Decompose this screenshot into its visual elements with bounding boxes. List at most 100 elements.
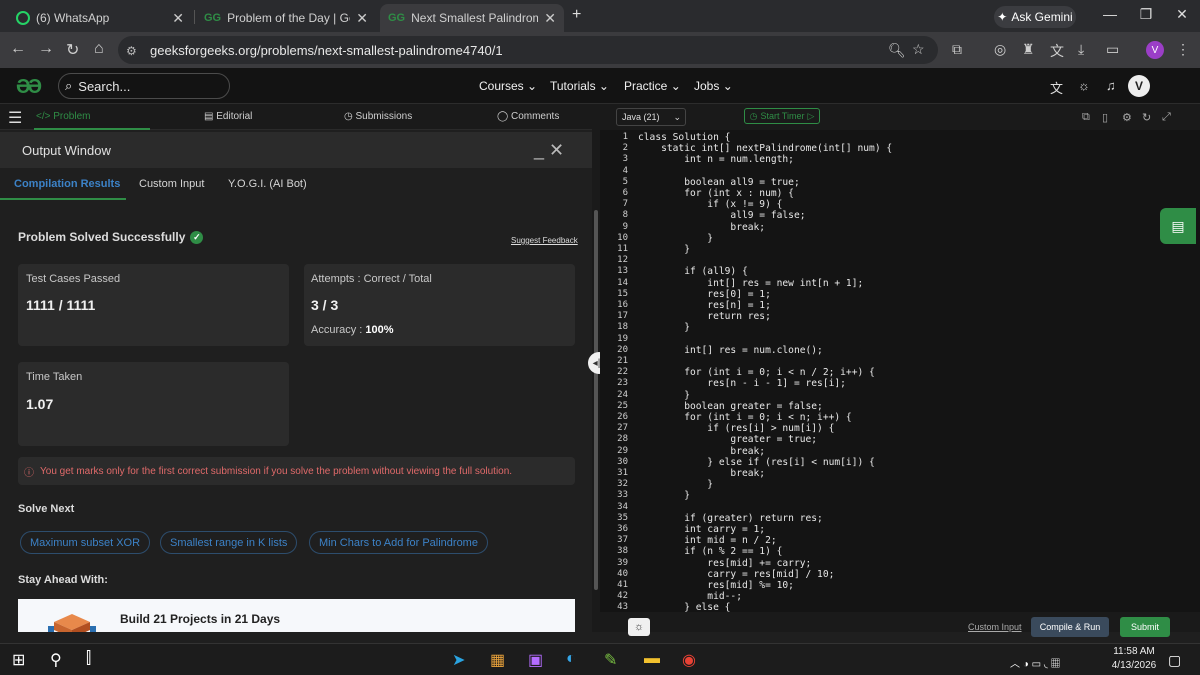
notification-bell-icon[interactable]: ♫ — [1106, 78, 1116, 93]
store-icon[interactable]: ▦ — [490, 650, 505, 670]
tab-comments[interactable]: ◯ Comments — [497, 111, 559, 122]
code-line[interactable]: int mid = n / 2; — [638, 535, 776, 546]
task-view-icon[interactable]: ⫿ — [86, 650, 91, 668]
menu-kebab-icon[interactable]: ⋮ — [1176, 41, 1190, 58]
code-line[interactable]: boolean all9 = true; — [638, 177, 800, 188]
new-tab-button[interactable]: + — [572, 6, 581, 24]
suggest-feedback-link[interactable]: Suggest Feedback — [511, 236, 578, 245]
theme-sun-icon[interactable]: ☼ — [1078, 78, 1090, 93]
extension-icon[interactable]: ⧉ — [952, 41, 962, 58]
user-avatar[interactable]: V — [1128, 75, 1150, 97]
url-text[interactable]: geeksforgeeks.org/problems/next-smallest… — [150, 43, 503, 58]
tab-problem-of-the-day[interactable]: GG Problem of the Day | GeeksforG ✕ — [196, 4, 376, 32]
reset-icon[interactable]: ↻ — [1142, 111, 1151, 124]
close-icon[interactable]: ✕ — [356, 10, 368, 27]
next-problem-link[interactable]: Smallest range in K lists — [160, 531, 298, 554]
tab-custom-input[interactable]: Custom Input — [139, 178, 204, 190]
fullscreen-icon[interactable]: ⤢ — [1162, 111, 1171, 124]
menu-jobs[interactable]: Jobs ⌄ — [694, 79, 733, 93]
system-tray-icons[interactable]: ︿ ◑ ▭ ◟ ▦ — [1010, 655, 1060, 670]
code-line[interactable]: } — [638, 244, 690, 255]
tab-problem[interactable]: </> Problem — [36, 111, 91, 122]
promo-banner[interactable] — [18, 599, 575, 632]
chrome-icon[interactable]: ◉ — [682, 650, 696, 670]
gfg-logo[interactable]: ƏƏ — [16, 76, 42, 99]
code-line[interactable]: if (x != 9) { — [638, 199, 782, 210]
taskbar-clock[interactable]: 11:58 AM 4/13/2026 — [1104, 645, 1164, 673]
code-line[interactable]: all9 = false; — [638, 210, 805, 221]
settings-icon[interactable]: ⚙ — [1122, 111, 1132, 124]
code-line[interactable]: res[mid] %= 10; — [638, 580, 794, 591]
close-icon[interactable]: ✕ — [549, 140, 564, 160]
tab-submissions[interactable]: ◷ Submissions — [344, 111, 412, 122]
ask-gemini-button[interactable]: ✦ Ask Gemini — [994, 6, 1076, 28]
code-line[interactable]: for (int i = 0; i < n; i++) { — [638, 412, 852, 423]
code-line[interactable]: mid--; — [638, 591, 742, 602]
copy-icon[interactable]: ⧉ — [1082, 111, 1090, 124]
next-problem-link[interactable]: Min Chars to Add for Palindrome — [309, 531, 488, 554]
code-line[interactable]: class Solution { — [638, 132, 730, 143]
code-line[interactable]: carry = res[mid] / 10; — [638, 569, 834, 580]
code-line[interactable]: if (all9) { — [638, 266, 748, 277]
tab-next-smallest-palindrome[interactable]: GG Next Smallest Palindrome | Prac ✕ — [380, 4, 564, 32]
code-line[interactable]: } — [638, 322, 690, 333]
code-line[interactable]: res[n] = 1; — [638, 300, 771, 311]
file-explorer-icon[interactable]: ▬ — [644, 650, 660, 668]
restore-icon[interactable]: ❐ — [1136, 6, 1156, 23]
minimize-icon[interactable]: — — [1100, 6, 1120, 22]
code-line[interactable]: } else if (res[i] < num[i]) { — [638, 457, 875, 468]
notification-icon[interactable]: ▢ — [1168, 652, 1181, 669]
menu-tutorials[interactable]: Tutorials ⌄ — [550, 79, 609, 93]
minimize-icon[interactable]: _ — [534, 140, 544, 160]
url-bar[interactable]: geeksforgeeks.org/problems/next-smallest… — [118, 36, 938, 64]
code-line[interactable]: int[] res = new int[n + 1]; — [638, 278, 863, 289]
code-line[interactable]: for (int i = 0; i < n / 2; i++) { — [638, 367, 875, 378]
code-line[interactable]: int n = num.length; — [638, 154, 794, 165]
menu-practice[interactable]: Practice ⌄ — [624, 79, 681, 93]
code-line[interactable]: break; — [638, 446, 765, 457]
code-line[interactable]: if (n % 2 == 1) { — [638, 546, 782, 557]
custom-input-link[interactable]: Custom Input — [968, 622, 1022, 632]
notepad-icon[interactable]: ✎ — [604, 650, 617, 670]
search-input[interactable]: ⌕ Search... — [58, 73, 230, 99]
language-icon[interactable]: 文 — [1050, 78, 1063, 97]
compile-run-button[interactable]: Compile & Run — [1031, 617, 1109, 637]
code-line[interactable]: res[0] = 1; — [638, 289, 771, 300]
menu-courses[interactable]: Courses ⌄ — [479, 79, 537, 93]
download-icon[interactable]: ⤓ — [1078, 41, 1084, 58]
telegram-icon[interactable]: ➤ — [452, 650, 465, 670]
tab-whatsapp[interactable]: (6) WhatsApp ✕ — [8, 4, 192, 32]
code-line[interactable]: } — [638, 390, 690, 401]
hamburger-icon[interactable]: ☰ — [8, 108, 22, 128]
site-info-icon[interactable]: ⚙ — [126, 44, 137, 58]
start-timer-button[interactable]: ◷ Start Timer ▷ — [744, 108, 820, 124]
code-line[interactable]: break; — [638, 468, 765, 479]
code-line[interactable]: } — [638, 490, 690, 501]
next-problem-link[interactable]: Maximum subset XOR — [20, 531, 151, 554]
file-icon[interactable]: ▯ — [1102, 111, 1108, 124]
code-line[interactable]: res[mid] += carry; — [638, 558, 811, 569]
extension-icon-3[interactable]: ♜ — [1022, 41, 1035, 58]
bookmark-star-icon[interactable]: ☆ — [912, 41, 925, 58]
intellij-icon[interactable]: ▣ — [528, 650, 543, 670]
code-line[interactable]: static int[] nextPalindrome(int[] num) { — [638, 143, 892, 154]
code-line[interactable]: greater = true; — [638, 434, 817, 445]
home-icon[interactable]: ⌂ — [94, 40, 104, 58]
code-line[interactable]: int carry = 1; — [638, 524, 765, 535]
code-line[interactable]: return res; — [638, 311, 771, 322]
code-line[interactable]: if (greater) return res; — [638, 513, 823, 524]
code-line[interactable]: boolean greater = false; — [638, 401, 823, 412]
code-line[interactable]: int[] res = num.clone(); — [638, 345, 823, 356]
close-icon[interactable]: ✕ — [172, 10, 184, 27]
code-line[interactable]: } — [638, 479, 713, 490]
windows-start-icon[interactable]: ⊞ — [12, 650, 25, 670]
profile-avatar[interactable]: V — [1146, 41, 1164, 59]
code-line[interactable]: } — [638, 233, 713, 244]
chat-icon[interactable]: ▤ — [1160, 208, 1196, 244]
edge-icon[interactable]: ◐ — [566, 650, 576, 668]
submit-button[interactable]: Submit — [1120, 617, 1170, 637]
code-line[interactable]: if (res[i] > num[i]) { — [638, 423, 834, 434]
tab-yogi-ai-bot[interactable]: Y.O.G.I. (AI Bot) — [228, 178, 307, 190]
code-line[interactable]: break; — [638, 222, 765, 233]
close-window-icon[interactable]: ✕ — [1172, 6, 1192, 23]
